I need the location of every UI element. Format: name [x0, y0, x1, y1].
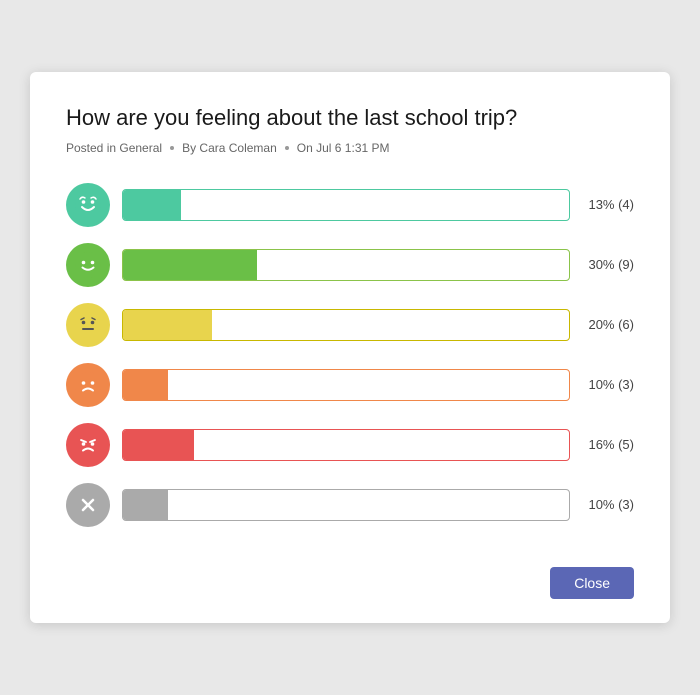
poll-row-neutral: 20% (6) — [66, 303, 634, 347]
emoji-neutral — [66, 303, 110, 347]
meta-posted: Posted in General — [66, 141, 162, 155]
bar-fill-x — [123, 490, 168, 520]
poll-row-x: 10% (3) — [66, 483, 634, 527]
emoji-x — [66, 483, 110, 527]
bar-fill-smile — [123, 250, 257, 280]
bar-label-neutral: 20% (6) — [582, 317, 634, 332]
emoji-smile — [66, 243, 110, 287]
bar-container-happy — [122, 189, 570, 221]
poll-title: How are you feeling about the last schoo… — [66, 104, 634, 133]
emoji-sad — [66, 363, 110, 407]
meta-dot-1 — [170, 146, 174, 150]
bar-label-happy: 13% (4) — [582, 197, 634, 212]
meta-dot-2 — [285, 146, 289, 150]
bar-container-smile — [122, 249, 570, 281]
meta-date: On Jul 6 1:31 PM — [297, 141, 390, 155]
poll-row-angry: 16% (5) — [66, 423, 634, 467]
poll-row-happy: 13% (4) — [66, 183, 634, 227]
emoji-angry — [66, 423, 110, 467]
emoji-happy — [66, 183, 110, 227]
poll-row-smile: 30% (9) — [66, 243, 634, 287]
close-button[interactable]: Close — [550, 567, 634, 599]
bar-label-sad: 10% (3) — [582, 377, 634, 392]
bar-label-angry: 16% (5) — [582, 437, 634, 452]
bar-container-angry — [122, 429, 570, 461]
bar-label-x: 10% (3) — [582, 497, 634, 512]
bar-fill-neutral — [123, 310, 212, 340]
bar-container-x — [122, 489, 570, 521]
poll-rows: 13% (4) 30% (9) 20% (6) 10% (3) — [66, 183, 634, 527]
bar-container-sad — [122, 369, 570, 401]
bar-container-neutral — [122, 309, 570, 341]
meta-author: By Cara Coleman — [182, 141, 277, 155]
bar-fill-angry — [123, 430, 194, 460]
poll-row-sad: 10% (3) — [66, 363, 634, 407]
bar-label-smile: 30% (9) — [582, 257, 634, 272]
poll-card: How are you feeling about the last schoo… — [30, 72, 670, 623]
bar-fill-happy — [123, 190, 181, 220]
bar-fill-sad — [123, 370, 168, 400]
poll-meta: Posted in General By Cara Coleman On Jul… — [66, 141, 634, 155]
